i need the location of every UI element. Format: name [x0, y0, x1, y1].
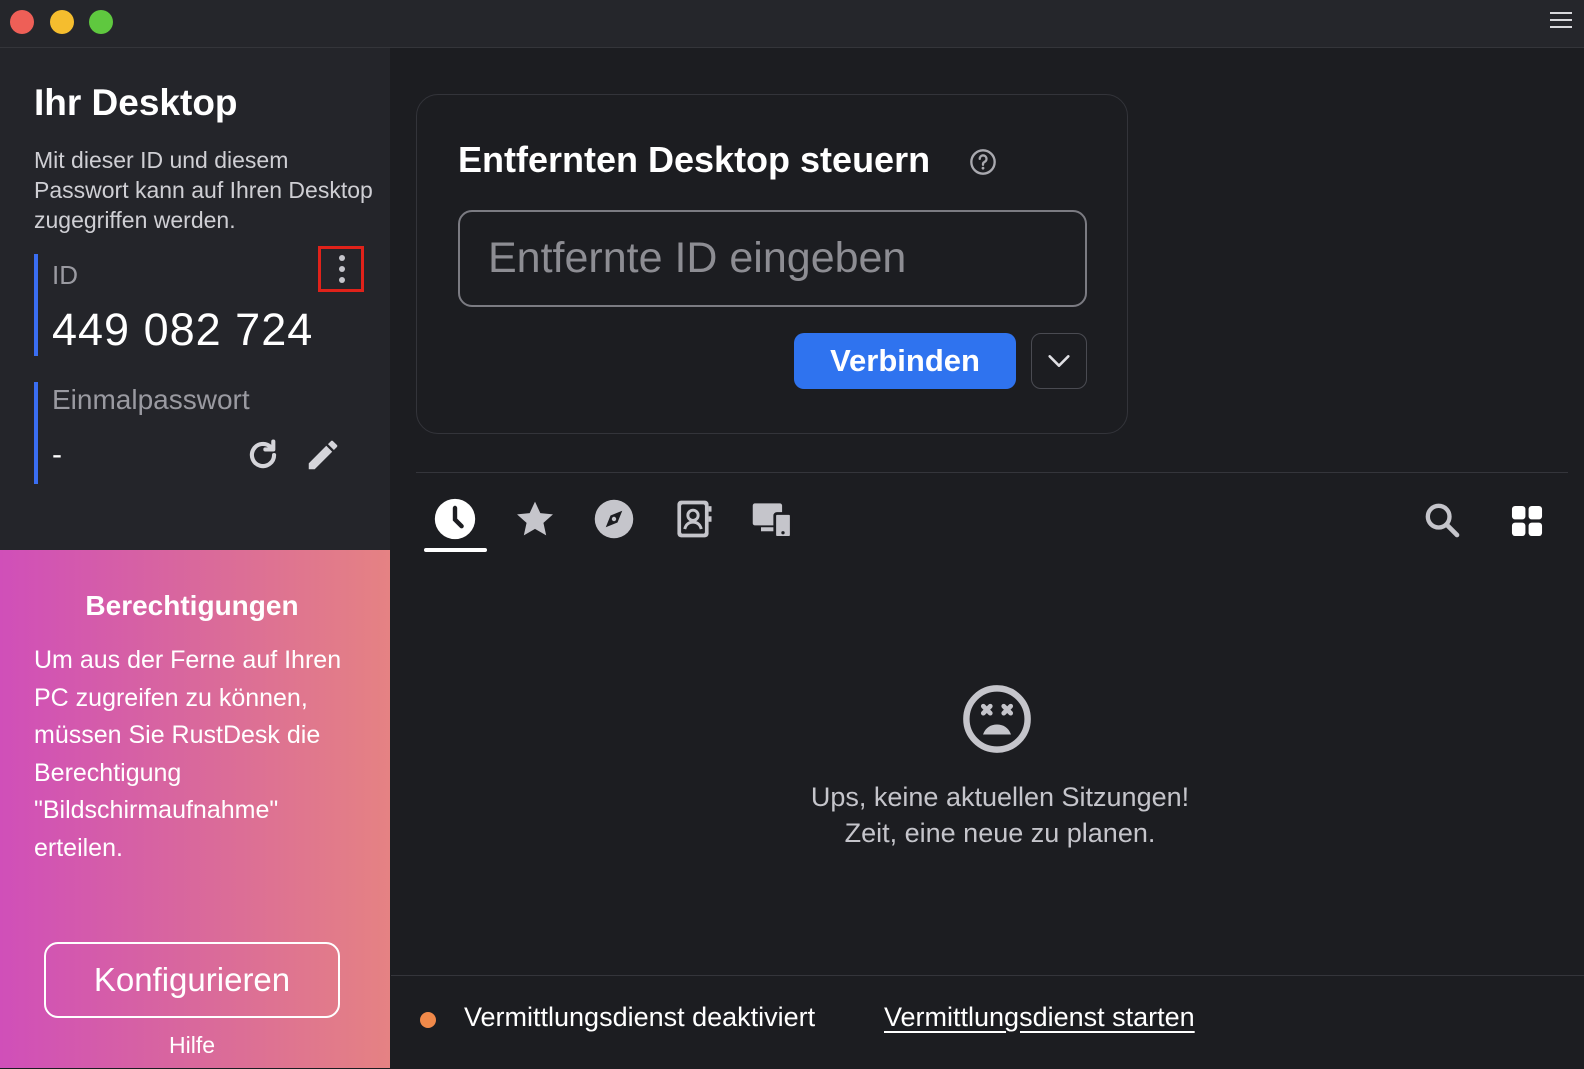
star-icon[interactable] — [513, 497, 557, 541]
permissions-title: Berechtigungen — [85, 590, 299, 621]
clock-icon[interactable] — [433, 497, 477, 541]
title-bar — [0, 0, 1584, 48]
help-circle-icon[interactable] — [969, 148, 997, 176]
empty-state-line-1: Ups, keine aktuellen Sitzungen! — [810, 782, 1190, 812]
empty-state-message: Ups, keine aktuellen Sitzungen! Zeit, ei… — [700, 779, 1300, 851]
password-label: Einmalpasswort — [52, 384, 250, 415]
sad-face-icon — [963, 685, 1031, 753]
grid-view-icon[interactable] — [1508, 502, 1546, 540]
connect-options-dropdown[interactable] — [1031, 333, 1087, 389]
password-section: Einmalpasswort - — [34, 382, 368, 484]
edit-pencil-icon[interactable] — [304, 436, 342, 474]
id-section: ID 449 082 724 — [34, 246, 368, 356]
sidebar-title: Ihr Desktop — [34, 82, 238, 123]
maximize-window-button[interactable] — [89, 10, 113, 34]
connect-button[interactable]: Verbinden — [794, 333, 1016, 389]
password-value: - — [52, 438, 62, 471]
devices-icon[interactable] — [750, 497, 794, 541]
permissions-text: Um aus der Ferne auf Ihren PC zugreifen … — [34, 646, 342, 862]
status-bar: Vermittlungsdienst deaktiviert Vermittlu… — [391, 975, 1584, 1069]
minimize-window-button[interactable] — [50, 10, 74, 34]
id-value[interactable]: 449 082 724 — [52, 304, 313, 356]
search-icon[interactable] — [1422, 500, 1462, 540]
close-window-button[interactable] — [10, 10, 34, 34]
compass-icon[interactable] — [592, 497, 636, 541]
id-label: ID — [52, 260, 78, 290]
address-book-icon[interactable] — [671, 497, 715, 541]
status-indicator-dot — [420, 1012, 436, 1028]
permissions-panel: Berechtigungen Um aus der Ferne auf Ihre… — [0, 550, 390, 1068]
empty-state-line-2: Zeit, eine neue zu planen. — [844, 818, 1156, 848]
configure-button[interactable]: Konfigurieren — [44, 942, 340, 1018]
remote-id-input[interactable] — [458, 210, 1087, 307]
section-divider — [416, 472, 1568, 473]
start-service-link[interactable]: Vermittlungsdienst starten — [884, 1002, 1195, 1033]
active-tab-indicator — [424, 548, 487, 552]
connect-title: Entfernten Desktop steuern — [458, 139, 931, 180]
sidebar-description: Mit dieser ID und diesem Passwort kann a… — [34, 147, 373, 233]
connect-card: Entfernten Desktop steuern Verbinden — [416, 94, 1128, 434]
help-link[interactable]: Hilfe — [0, 1032, 384, 1059]
status-text: Vermittlungsdienst deaktiviert — [464, 1002, 816, 1032]
refresh-icon[interactable] — [244, 436, 282, 474]
chevron-down-icon — [1048, 355, 1070, 367]
hamburger-menu-icon[interactable] — [1550, 12, 1572, 32]
more-options-icon[interactable] — [318, 246, 364, 292]
